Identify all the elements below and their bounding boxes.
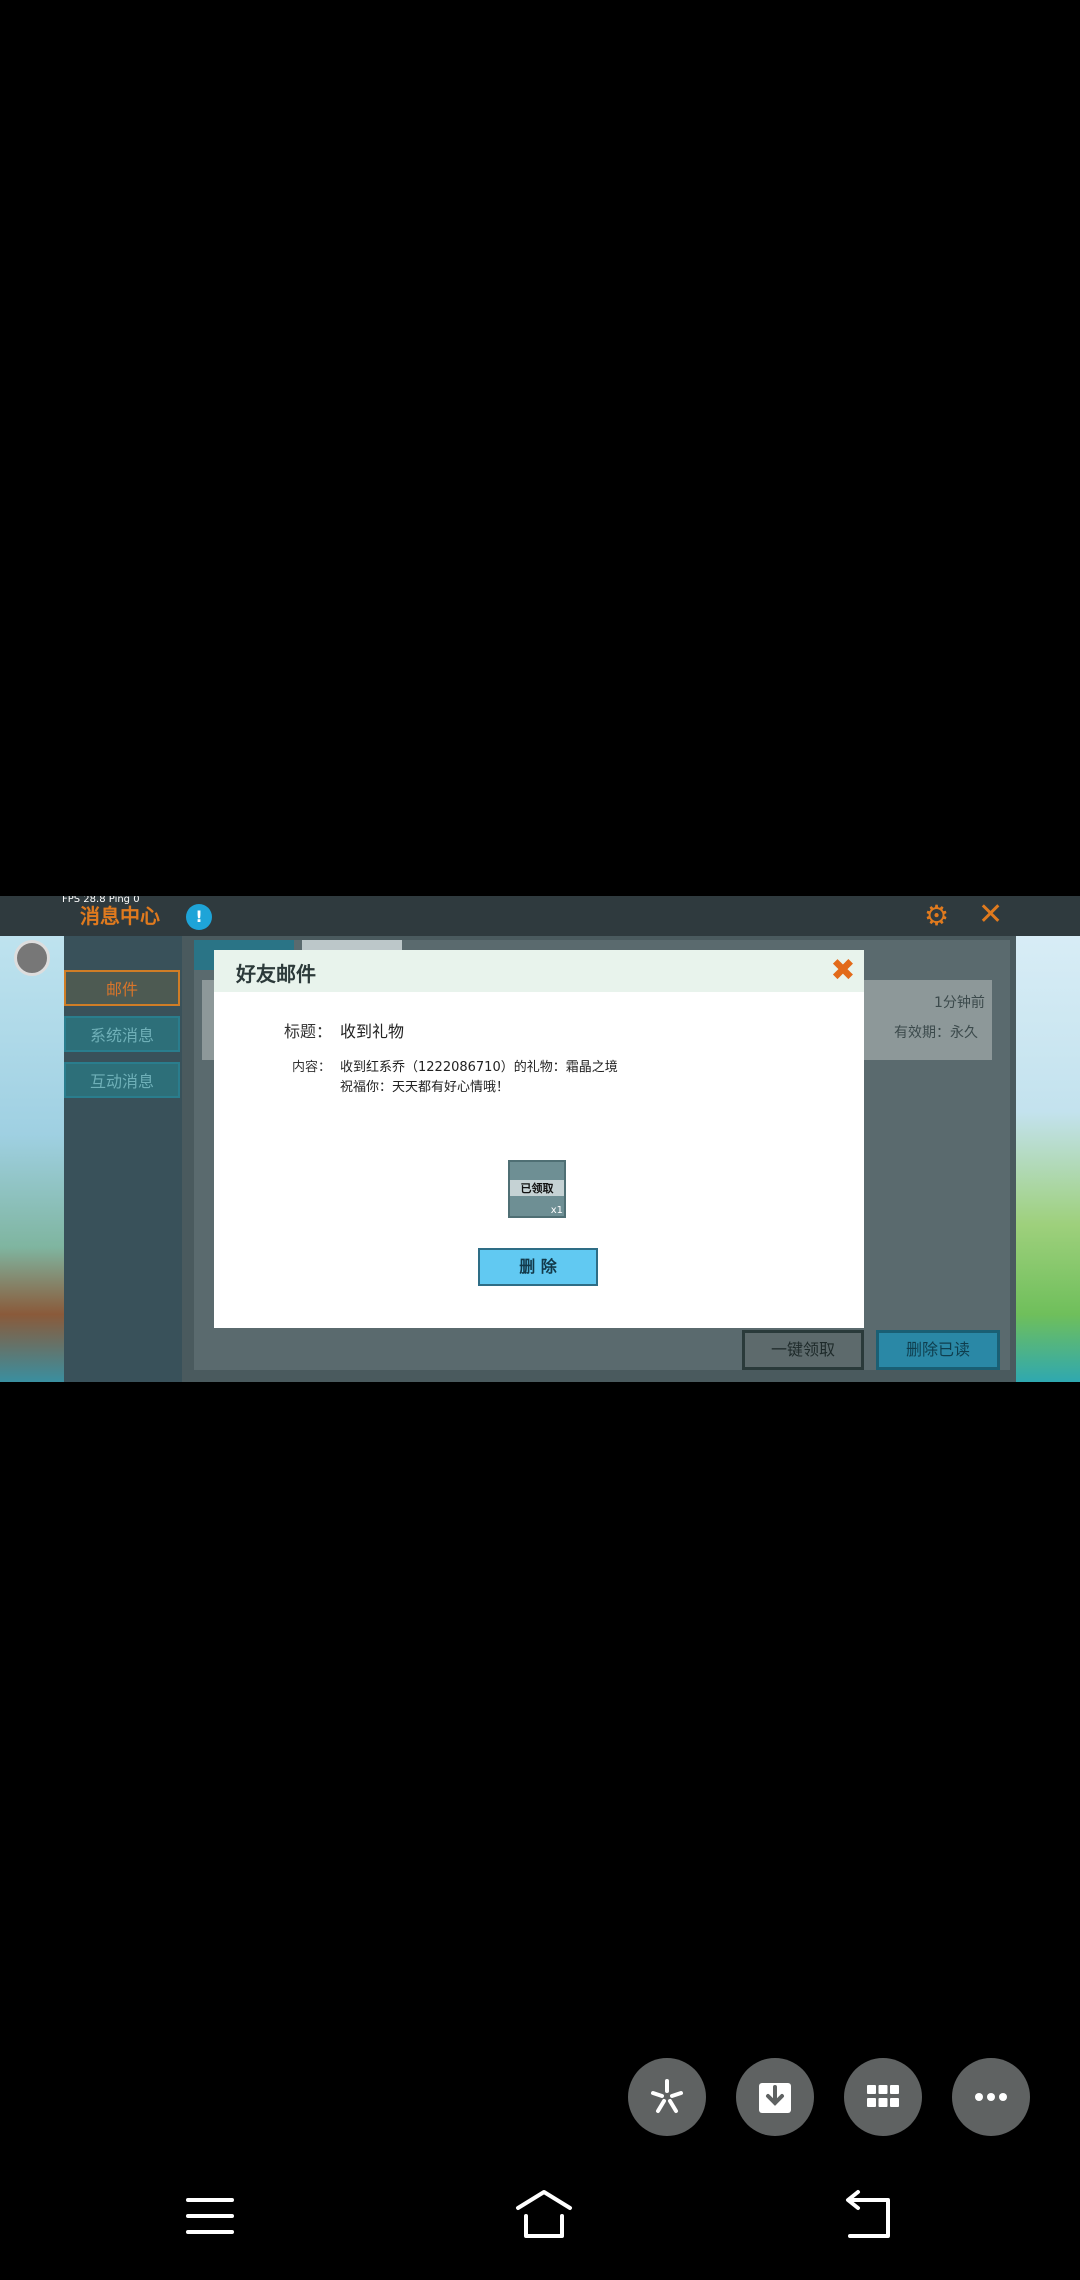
floating-assistant-icon[interactable]	[14, 940, 50, 976]
friend-mail-dialog: 好友邮件 ✖ 标题： 收到礼物 内容： 收到红系乔（1222086710）的礼物…	[214, 950, 864, 1328]
grid-button[interactable]	[844, 2058, 922, 2136]
home-button[interactable]	[504, 2186, 572, 2246]
nav-item-system-messages[interactable]: 系统消息	[64, 1016, 180, 1052]
menu-icon	[186, 2198, 234, 2234]
content-label: 内容：	[292, 1060, 332, 1075]
download-icon	[759, 2083, 791, 2113]
content-line-1: 收到红系乔（1222086710）的礼物：霜晶之境	[340, 1060, 618, 1075]
dialog-title: 好友邮件	[236, 962, 316, 986]
gift-count: x1	[550, 1205, 563, 1216]
nav-item-interaction-messages[interactable]: 互动消息	[64, 1062, 180, 1098]
nav-item-mail[interactable]: 邮件	[64, 970, 180, 1006]
dialog-header: 好友邮件 ✖	[214, 950, 864, 992]
claim-all-button[interactable]: 一键领取	[742, 1330, 864, 1370]
back-button[interactable]	[840, 2186, 900, 2246]
sparkle-button[interactable]	[628, 2058, 706, 2136]
subject-value: 收到礼物	[340, 1022, 405, 1041]
scene-left-background	[0, 932, 64, 1382]
more-icon	[975, 2093, 1007, 2101]
back-icon	[846, 2190, 890, 2238]
close-icon[interactable]: ✕	[978, 898, 1003, 932]
subject-label: 标题：	[284, 1022, 333, 1041]
home-icon	[516, 2190, 572, 2238]
scene-right-background	[1016, 932, 1080, 1382]
gift-item-slot[interactable]: 已领取 x1	[508, 1160, 566, 1218]
close-icon[interactable]: ✖	[826, 954, 860, 988]
more-button[interactable]	[952, 2058, 1030, 2136]
delete-button[interactable]: 删 除	[478, 1248, 598, 1286]
content-line-2: 祝福你：天天都有好心情哦！	[340, 1080, 510, 1095]
menu-button[interactable]	[180, 2186, 240, 2246]
gear-icon[interactable]: ⚙	[924, 900, 949, 932]
mail-time: 1分钟前	[934, 995, 985, 1011]
info-icon[interactable]: !	[186, 904, 212, 930]
message-center-title: 消息中心	[80, 904, 160, 928]
delete-read-button[interactable]: 删除已读	[876, 1330, 1000, 1370]
game-header-bar: FPS 28.8 Ping 0 消息中心 ! ⚙ ✕	[0, 896, 1080, 936]
message-category-nav: 邮件 系统消息 互动消息	[64, 936, 182, 1382]
mail-validity: 有效期：永久	[894, 1025, 978, 1041]
gift-status-badge: 已领取	[510, 1180, 564, 1196]
sparkle-icon	[651, 2079, 683, 2113]
download-button[interactable]	[736, 2058, 814, 2136]
grid-icon	[867, 2085, 899, 2107]
